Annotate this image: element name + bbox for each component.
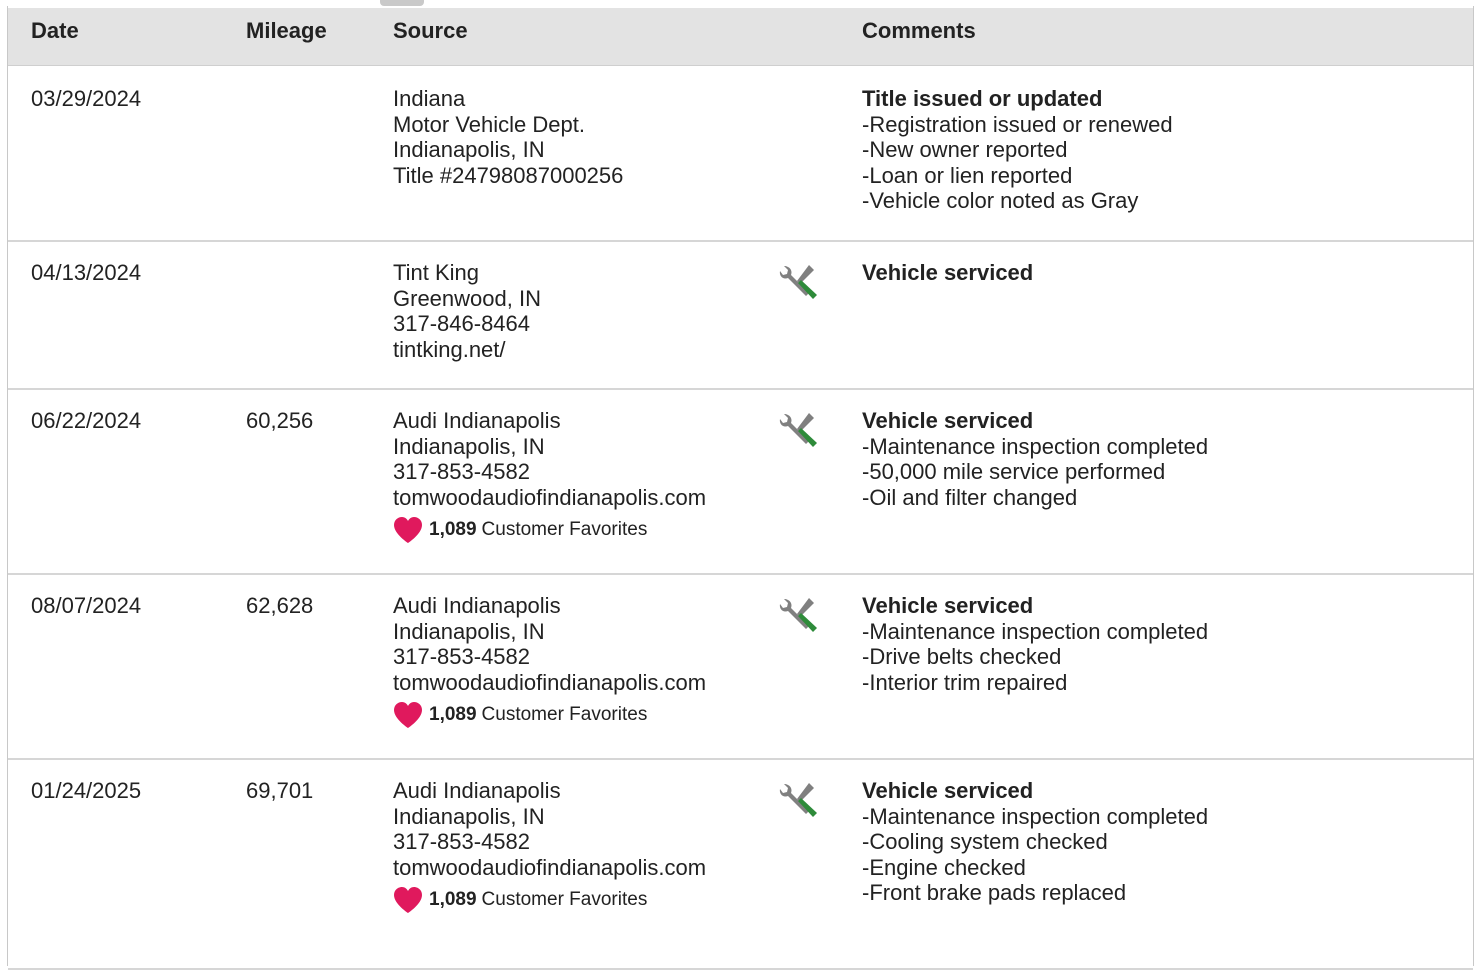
source-line: Motor Vehicle Dept. <box>393 111 585 137</box>
comment-item: -New owner reported <box>862 137 1173 163</box>
record-mileage: 60,256 <box>246 408 314 433</box>
header-source: Source <box>393 18 468 43</box>
record-source: Audi Indianapolis Indianapolis, IN 317-853… <box>393 593 706 729</box>
header-mileage: Mileage <box>246 18 327 43</box>
customer-favorites: 1,089 Customer Favorites <box>393 701 706 729</box>
heart-icon <box>394 887 422 913</box>
record-mileage: 69,701 <box>246 778 314 803</box>
comment-item: -Cooling system checked <box>862 829 1208 855</box>
table-header: Date Mileage Source Comments <box>8 8 1473 66</box>
comment-text: 50,000 mile service performed <box>869 459 1166 484</box>
table-row: 01/24/2025 69,701 Audi Indianapolis Indiana… <box>8 758 1473 970</box>
customer-favorites: 1,089 Customer Favorites <box>393 886 706 914</box>
comment-text: Vehicle color noted as Gray <box>869 188 1139 213</box>
service-tools-icon <box>778 780 818 820</box>
record-date: 06/22/2024 <box>31 408 142 433</box>
table-row: 08/07/2024 62,628 Audi Indianapolis Indiana… <box>8 573 1473 760</box>
comment-text: Registration issued or renewed <box>869 111 1173 137</box>
favorites-count: 1,089 <box>429 519 477 541</box>
comment-item: -Maintenance inspection completed <box>862 804 1208 830</box>
service-tools-icon <box>778 410 818 450</box>
comment-item: -Front brake pads replaced <box>862 880 1208 906</box>
comment-title: Vehicle serviced <box>862 593 1034 618</box>
source-line: Audi Indianapolis <box>393 593 561 618</box>
source-link[interactable]: tomwoodaudiofindianapolis.com <box>393 485 706 511</box>
table-row: 04/13/2024 Tint King Greenwood, IN 317-846-… <box>8 240 1473 390</box>
favorites-label: Customer Favorites <box>481 889 648 911</box>
record-date: 03/29/2024 <box>31 86 142 111</box>
table-row: 06/22/2024 60,256 Audi Indianapolis Indiana… <box>8 388 1473 575</box>
source-link[interactable]: tomwoodaudiofindianapolis.com <box>393 855 706 881</box>
record-comments: Vehicle serviced -Maintenance inspection … <box>862 778 1208 906</box>
comment-item: -Loan or lien reported <box>862 163 1173 189</box>
source-line: Indiana <box>393 86 466 111</box>
header-date: Date <box>31 18 79 43</box>
comment-text: Loan or lien reported <box>869 162 1073 188</box>
heart-icon <box>394 517 422 543</box>
source-line: 317-853-4582 <box>393 644 531 669</box>
comment-item: -Oil and filter changed <box>862 485 1208 511</box>
service-tools-icon <box>778 262 818 302</box>
source-line: 317-846-8464 <box>393 311 531 336</box>
history-table: Date Mileage Source Comments 03/29/2024 I… <box>7 6 1474 970</box>
record-comments: Vehicle serviced <box>862 260 1033 286</box>
comment-text: Maintenance inspection completed <box>869 803 1209 829</box>
comment-text: Maintenance inspection completed <box>869 433 1209 459</box>
favorites-label: Customer Favorites <box>481 704 648 726</box>
favorites-count: 1,089 <box>429 704 477 726</box>
source-line: Indianapolis, IN <box>393 803 545 829</box>
customer-favorites: 1,089 Customer Favorites <box>393 516 706 544</box>
comment-text: Engine checked <box>869 854 1026 880</box>
comment-item: -Vehicle color noted as Gray <box>862 188 1173 214</box>
source-line: Indianapolis, IN <box>393 433 545 459</box>
source-line: Indianapolis, IN <box>393 137 545 162</box>
comment-title: Title issued or updated <box>862 86 1103 111</box>
record-comments: Title issued or updated -Registration iss… <box>862 86 1173 214</box>
comment-item: -Engine checked <box>862 855 1208 881</box>
heart-icon <box>394 702 422 728</box>
comment-title: Vehicle serviced <box>862 260 1034 285</box>
favorites-count: 1,089 <box>429 889 477 911</box>
record-date: 08/07/2024 <box>31 593 142 618</box>
comment-text: Cooling system checked <box>869 829 1108 854</box>
table-row: 03/29/2024 Indiana Motor Vehicle Dept. Indi… <box>8 66 1473 242</box>
record-date: 01/24/2025 <box>31 778 142 803</box>
header-comments: Comments <box>862 18 976 43</box>
source-link[interactable]: tintking.net/ <box>393 337 541 363</box>
comment-item: -Drive belts checked <box>862 644 1208 670</box>
source-line: Tint King <box>393 260 480 285</box>
comment-text: Interior trim repaired <box>869 669 1068 695</box>
record-date: 04/13/2024 <box>31 260 142 285</box>
comment-item: -Interior trim repaired <box>862 670 1208 696</box>
comment-item: -Maintenance inspection completed <box>862 619 1208 645</box>
record-comments: Vehicle serviced -Maintenance inspection … <box>862 408 1208 510</box>
comment-item: -Maintenance inspection completed <box>862 434 1208 460</box>
comment-item: -50,000 mile service performed <box>862 459 1208 485</box>
source-line: 317-853-4582 <box>393 459 531 484</box>
record-source: Tint King Greenwood, IN 317-846-8464 tintki… <box>393 260 541 362</box>
comment-title: Vehicle serviced <box>862 408 1034 433</box>
comment-text: Drive belts checked <box>869 644 1062 669</box>
comment-text: Maintenance inspection completed <box>869 618 1209 644</box>
source-line: Audi Indianapolis <box>393 778 561 803</box>
source-line: Indianapolis, IN <box>393 618 545 644</box>
source-line: 317-853-4582 <box>393 829 531 854</box>
source-line: Title #24798087000256 <box>393 162 624 188</box>
comment-item: -Registration issued or renewed <box>862 112 1173 138</box>
record-source: Indiana Motor Vehicle Dept. Indianapolis, … <box>393 86 623 188</box>
comment-title: Vehicle serviced <box>862 778 1034 803</box>
record-source: Audi Indianapolis Indianapolis, IN 317-853… <box>393 778 706 914</box>
source-link[interactable]: tomwoodaudiofindianapolis.com <box>393 670 706 696</box>
record-mileage: 62,628 <box>246 593 314 618</box>
comment-text: New owner reported <box>869 137 1068 162</box>
record-source: Audi Indianapolis Indianapolis, IN 317-853… <box>393 408 706 544</box>
service-tools-icon <box>778 595 818 635</box>
source-line: Greenwood, IN <box>393 285 541 311</box>
source-line: Audi Indianapolis <box>393 408 561 433</box>
favorites-label: Customer Favorites <box>481 519 648 541</box>
comment-text: Oil and filter changed <box>869 484 1078 510</box>
record-comments: Vehicle serviced -Maintenance inspection … <box>862 593 1208 695</box>
comment-text: Front brake pads replaced <box>869 880 1127 905</box>
